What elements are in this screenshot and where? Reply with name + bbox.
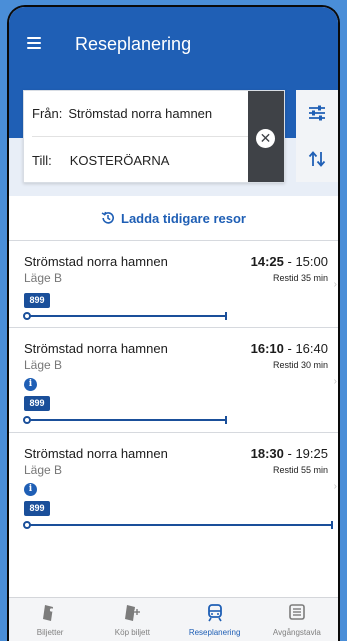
trip-card[interactable]: Strömstad norra hamnen Läge B 18:30 - 19… — [9, 432, 338, 600]
info-icon[interactable]: i — [24, 378, 37, 391]
trip-times: 14:25 - 15:00 — [251, 254, 328, 269]
bottom-navigation: Biljetter Köp biljett Reseplanering Avgå… — [9, 597, 338, 641]
trip-origin: Strömstad norra hamnen — [24, 446, 168, 461]
trip-origin: Strömstad norra hamnen — [24, 254, 168, 269]
load-earlier-button[interactable]: Ladda tidigare resor — [9, 196, 338, 240]
to-label: Till: — [32, 152, 52, 168]
time-separator: - — [287, 254, 292, 269]
close-icon[interactable]: ✕ — [256, 129, 275, 148]
arrive-time: 15:00 — [295, 254, 328, 269]
from-field[interactable]: Från: Strömstad norra hamnen — [32, 91, 254, 137]
nav-planner-label: Reseplanering — [188, 628, 241, 637]
train-icon — [207, 604, 222, 622]
route-badge: 899 — [24, 293, 50, 308]
info-icon[interactable]: i — [24, 483, 37, 496]
load-earlier-label: Ladda tidigare resor — [121, 210, 246, 226]
trip-origin: Strömstad norra hamnen — [24, 341, 168, 356]
swap-button[interactable] — [296, 136, 338, 182]
to-field[interactable]: Till: KOSTERÖARNA — [32, 137, 254, 182]
route-badge: 899 — [24, 396, 50, 411]
route-line — [23, 416, 227, 424]
swap-vertical-icon — [308, 151, 326, 167]
chevron-right-icon: › — [333, 481, 337, 492]
arrive-time: 16:40 — [295, 341, 328, 356]
arrive-time: 19:25 — [295, 446, 328, 461]
nav-tickets-label: Biljetter — [36, 628, 64, 637]
ticket-plus-icon — [125, 605, 141, 621]
nav-departures-label: Avgångstavla — [272, 628, 321, 637]
time-separator: - — [287, 341, 292, 356]
trip-card[interactable]: Strömstad norra hamnen Läge B 14:25 - 15… — [9, 240, 338, 327]
depart-time: 16:10 — [250, 341, 284, 356]
clear-column: ✕ — [248, 91, 284, 182]
board-icon — [289, 604, 305, 620]
trip-stop: Läge B — [24, 271, 63, 285]
chevron-right-icon: › — [333, 376, 337, 387]
route-badge: 899 — [24, 501, 50, 516]
ticket-icon — [43, 605, 54, 621]
route-line — [23, 521, 333, 529]
from-value: Strömstad norra hamnen — [68, 106, 213, 121]
from-label: Från: — [32, 106, 63, 121]
depart-time: 14:25 — [250, 254, 284, 269]
depart-time: 18:30 — [250, 446, 284, 461]
trip-times: 18:30 - 19:25 — [251, 446, 328, 461]
app-bar: Reseplanering — [9, 7, 338, 80]
trip-card[interactable]: Strömstad norra hamnen Läge B 16:10 - 16… — [9, 327, 338, 432]
phone-screen: Reseplanering Från: Strömstad norra hamn… — [7, 5, 340, 641]
hamburger-icon[interactable] — [27, 37, 41, 49]
nav-buy-ticket[interactable]: Köp biljett — [91, 598, 173, 641]
route-line — [23, 312, 227, 320]
trip-stop: Läge B — [24, 463, 63, 477]
trip-times: 16:10 - 16:40 — [251, 341, 328, 356]
trip-duration: Restid 30 min — [272, 360, 328, 370]
nav-departures[interactable]: Avgångstavla — [256, 598, 338, 641]
trip-duration: Restid 35 min — [272, 273, 328, 283]
nav-tickets[interactable]: Biljetter — [9, 598, 91, 641]
trip-duration: Restid 55 min — [272, 465, 328, 475]
trip-stop: Läge B — [24, 358, 63, 372]
sliders-icon — [309, 105, 325, 121]
nav-buy-ticket-label: Köp biljett — [114, 628, 150, 637]
to-value: KOSTERÖARNA — [69, 152, 170, 168]
search-card: Från: Strömstad norra hamnen Till: KOSTE… — [23, 90, 285, 183]
page-title: Reseplanering — [75, 34, 192, 54]
filter-button[interactable] — [296, 90, 338, 136]
chevron-right-icon: › — [333, 279, 337, 290]
search-area: Från: Strömstad norra hamnen Till: KOSTE… — [9, 80, 338, 196]
nav-planner[interactable]: Reseplanering — [174, 598, 256, 641]
time-separator: - — [287, 446, 292, 461]
history-icon — [101, 211, 114, 224]
